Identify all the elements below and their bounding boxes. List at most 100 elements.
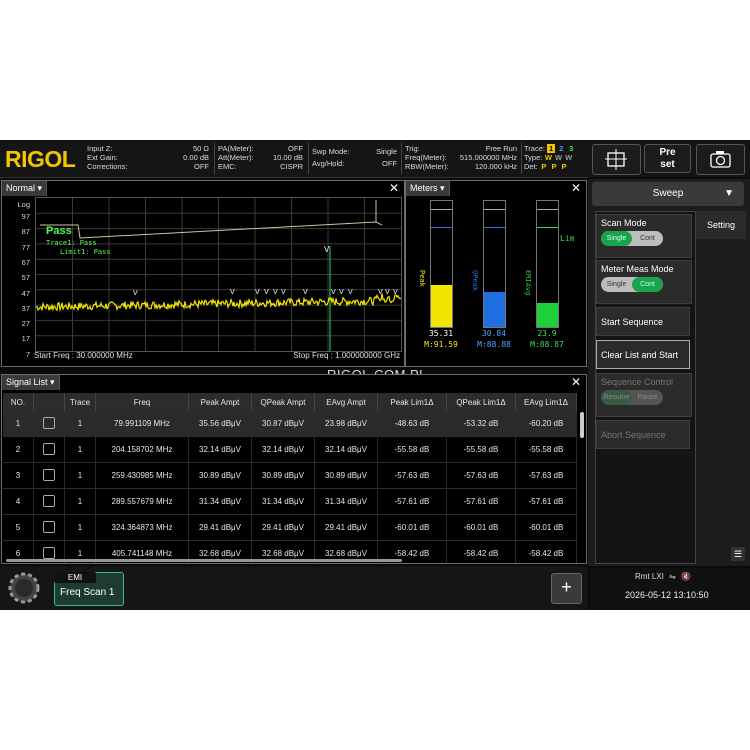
y-tick-label: 7 <box>25 349 30 359</box>
vertical-scrollbar[interactable] <box>580 412 584 438</box>
mode-settings-icon[interactable] <box>6 570 42 606</box>
table-cell: -55.58 dB <box>515 436 577 463</box>
close-icon[interactable]: ✕ <box>571 376 581 389</box>
table-row[interactable]: 4 1 289.557679 MHz 31.34 dBμV 31.34 dBμV 31.3… <box>3 488 577 515</box>
signal-list-panel: Signal List ▾ ✕ NO. Trace Freq Peak Ampt QPe… <box>1 374 587 564</box>
y-tick-label: 37 <box>21 303 30 313</box>
column-header[interactable]: QPeak Lim1Δ <box>446 393 516 411</box>
tab-setting[interactable]: Setting <box>696 211 746 239</box>
column-header[interactable]: Trace <box>64 393 96 411</box>
signal-list-title[interactable]: Signal List ▾ <box>2 375 60 390</box>
freq-scan-label: Freq Scan 1 <box>60 587 115 598</box>
column-header[interactable]: Freq <box>95 393 189 411</box>
meter-meas-mode-label: Meter Meas Mode <box>601 264 674 274</box>
scan-mode-label: Scan Mode <box>601 218 647 228</box>
horizontal-scrollbar[interactable] <box>6 559 402 562</box>
normal-panel-title[interactable]: Normal ▾ <box>2 181 48 196</box>
row-checkbox[interactable] <box>43 494 55 507</box>
table-row[interactable]: 2 1 204.158702 MHz 32.14 dBμV 32.14 dBμV 32.1… <box>3 436 577 463</box>
table-cell: -60.20 dB <box>515 411 577 437</box>
analyzer-screen: RIGOL Input Z: 50 Ω Ext Gain: 0.00 dB Corr… <box>0 140 750 610</box>
close-icon[interactable]: ✕ <box>389 182 399 195</box>
table-cell: 31.34 dBμV <box>188 488 252 515</box>
table-cell: -53.32 dB <box>446 411 516 437</box>
table-cell: 30.87 dBμV <box>251 411 315 437</box>
column-header[interactable]: EAvg Ampt <box>314 393 378 411</box>
collapse-menu-icon[interactable]: ☰ <box>731 547 745 561</box>
close-icon[interactable]: ✕ <box>571 182 581 195</box>
header-bar: RIGOL Input Z: 50 Ω Ext Gain: 0.00 dB Corr… <box>0 140 588 178</box>
svg-text:V: V <box>393 289 398 296</box>
svg-text:V: V <box>264 289 269 296</box>
meter-max: M:88.87 <box>530 340 564 349</box>
meter-value: 35.31 <box>428 329 454 338</box>
clear-list-start-button[interactable]: Clear List and Start <box>596 340 690 369</box>
table-cell: 32.14 dBμV <box>188 436 252 463</box>
sweep-dropdown[interactable]: Sweep ▼ <box>592 182 744 206</box>
column-header[interactable]: QPeak Ampt <box>251 393 315 411</box>
table-cell: 324.364873 MHz <box>95 514 189 541</box>
column-header[interactable]: NO. <box>3 393 34 411</box>
scan-mode-toggle[interactable]: Single Cont <box>601 231 663 246</box>
tab-freq-scan[interactable]: EMI Freq Scan 1 <box>54 572 124 606</box>
svg-text:V: V <box>348 289 353 296</box>
top-button-bar: Pre set <box>588 140 750 177</box>
spectrum-panel: Normal ▾ ✕ Log 97 87 77 67 57 47 37 27 17 7 V VVV… <box>1 180 405 367</box>
table-cell: 259.430985 MHz <box>95 462 189 489</box>
y-tick-label: 87 <box>21 227 30 237</box>
table-row[interactable]: 3 1 259.430985 MHz 30.89 dBμV 30.89 dBμV 30.8… <box>3 462 577 489</box>
table-cell: 30.89 dBμV <box>314 462 378 489</box>
touch-select-button[interactable] <box>592 144 641 175</box>
sequence-control-toggle[interactable]: Resume Pause <box>601 390 663 405</box>
table-cell: -57.61 dB <box>446 488 516 515</box>
table-cell: 2 <box>3 436 34 463</box>
row-checkbox[interactable] <box>43 442 55 455</box>
table-cell: 29.41 dBμV <box>314 514 378 541</box>
row-checkbox[interactable] <box>43 520 55 533</box>
stop-freq: Stop Freq : 1.000000000 GHz <box>293 351 400 360</box>
meter-qpeak <box>483 200 506 328</box>
row-checkbox[interactable] <box>43 416 55 429</box>
meters-panel-title[interactable]: Meters ▾ <box>406 181 450 196</box>
column-header[interactable]: EAvg Lim1Δ <box>515 393 577 411</box>
svg-text:V: V <box>255 289 260 296</box>
bottom-bar: EMI Freq Scan 1 + <box>0 566 588 610</box>
svg-text:V: V <box>378 289 383 296</box>
table-cell: -55.58 dB <box>446 436 516 463</box>
table-cell: 1 <box>64 514 96 541</box>
meters-panel: Meters ▾ ✕ Peak 35.31 M:91.59 QPeak 30.84 M:… <box>405 180 587 367</box>
svg-text:V: V <box>331 289 336 296</box>
svg-text:V: V <box>281 289 286 296</box>
meter-value: 30.84 <box>481 329 507 338</box>
rigol-logo: RIGOL <box>5 146 76 172</box>
table-cell: -48.63 dB <box>377 411 447 437</box>
column-header[interactable] <box>33 393 65 411</box>
usb-icon: ⇋ <box>669 572 676 581</box>
row-checkbox[interactable] <box>43 468 55 481</box>
datetime: 2026-05-12 13:10:50 <box>625 590 709 600</box>
header-trace-info: Trace: 1 2 3 Type: W W W Det: P P P <box>524 144 574 171</box>
column-header[interactable]: Peak Lim1Δ <box>377 393 447 411</box>
column-header[interactable]: Peak Ampt <box>188 393 252 411</box>
screenshot-button[interactable] <box>696 144 745 175</box>
table-cell: 79.991109 MHz <box>95 411 189 437</box>
svg-text:V: V <box>385 289 390 296</box>
start-sequence-button[interactable]: Start Sequence <box>596 307 690 336</box>
meter-emiavg <box>536 200 559 328</box>
abort-sequence-button[interactable]: Abort Sequence <box>596 420 690 449</box>
add-tab-button[interactable]: + <box>551 573 582 604</box>
meter-name-label: EMIAvg <box>524 270 532 296</box>
scan-mode-control: Scan Mode Single Cont <box>596 214 692 258</box>
meter-name-label: Peak <box>418 270 426 287</box>
svg-text:V: V <box>324 245 330 254</box>
sequence-control-label: Sequence Control <box>601 377 674 387</box>
table-row[interactable]: 5 1 324.364873 MHz 29.41 dBμV 29.41 dBμV 29.4… <box>3 514 577 541</box>
preset-button[interactable]: Pre set <box>644 144 691 173</box>
row-checkbox[interactable] <box>43 546 55 559</box>
limit1-status: Limit1: Pass <box>60 248 111 256</box>
meter-meas-mode-toggle[interactable]: Single Cont <box>601 277 663 292</box>
header-col-trig: Trig: Free Run Freq(Meter): 515.000000 MHz… <box>405 144 517 171</box>
table-cell: 1 <box>64 411 96 437</box>
table-row[interactable]: 1 1 79.991109 MHz 35.56 dBμV 30.87 dBμV 23.98… <box>3 411 577 437</box>
table-cell: 5 <box>3 514 34 541</box>
